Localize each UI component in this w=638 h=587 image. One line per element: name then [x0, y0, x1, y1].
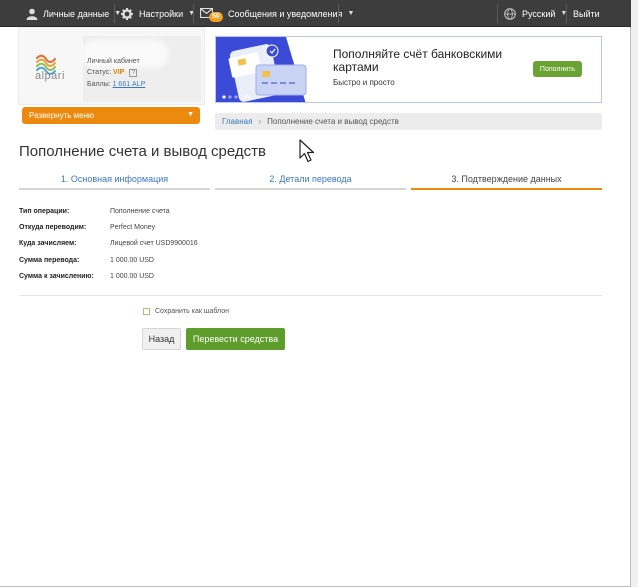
- detail-row: Сумма перевода: 1 000.00 USD: [19, 257, 319, 269]
- mouse-cursor-icon: [299, 139, 315, 163]
- divider: [497, 4, 498, 23]
- step-label: 1. Основная информация: [60, 174, 169, 184]
- detail-value: Пополнение счета: [110, 208, 170, 215]
- detail-row: Тип операции: Пополнение счета: [19, 208, 319, 220]
- divider: [566, 4, 567, 23]
- settings-menu[interactable]: Настройки ▼: [121, 0, 195, 27]
- detail-key: Сумма перевода:: [19, 257, 80, 264]
- step-transfer-details[interactable]: 2. Детали перевода: [215, 174, 406, 190]
- detail-row: Сумма к зачислению: 1 000.00 USD: [19, 273, 319, 285]
- globe-icon: [504, 7, 516, 20]
- user-icon: [26, 8, 38, 20]
- banner-title: Пополняйте счёт банковскими картами: [333, 47, 503, 74]
- points-row: Баллы: 1 661 ALP: [87, 81, 145, 88]
- step-basic-info[interactable]: 1. Основная информация: [19, 174, 210, 190]
- expand-menu-button[interactable]: Развернуть меню ▼: [22, 107, 200, 124]
- step-progress-bar: [19, 188, 210, 190]
- divider: [338, 4, 339, 23]
- points-link[interactable]: 1 661 ALP: [113, 81, 146, 88]
- detail-value: 1 000.00 USD: [110, 257, 154, 264]
- top-up-button[interactable]: Пополнить: [533, 61, 582, 77]
- save-template-checkbox[interactable]: Сохранить как шаблон: [143, 308, 229, 315]
- logout-label: Выйти: [573, 8, 600, 19]
- detail-row: Откуда переводим: Perfect Money: [19, 224, 319, 236]
- messages-menu[interactable]: 50 Сообщения и уведомления ▼: [200, 0, 354, 27]
- checkbox-box[interactable]: [143, 308, 150, 315]
- status-badge: VIP: [113, 69, 125, 76]
- logo-text: alpari: [35, 70, 65, 82]
- step-progress-bar: [215, 188, 406, 190]
- chevron-right-icon: ›: [258, 117, 262, 126]
- divider: [193, 4, 194, 23]
- personal-data-menu[interactable]: Личные данные ▼: [26, 0, 121, 27]
- user-card: alpari Личный кабинет Статус: VIP ? Балл…: [18, 27, 205, 105]
- detail-key: Тип операции:: [19, 208, 70, 215]
- points-label: Баллы:: [87, 81, 111, 88]
- language-label: Русский: [522, 8, 556, 19]
- messages-icon-wrap: 50: [200, 0, 223, 27]
- messages-label: Сообщения и уведомления: [228, 8, 343, 19]
- settings-label: Настройки: [139, 8, 184, 19]
- save-template-label: Сохранить как шаблон: [155, 308, 229, 315]
- banner-illustration: [216, 37, 334, 102]
- chevron-down-icon: ▼: [187, 111, 194, 118]
- step-progress-bar: [411, 188, 602, 190]
- detail-key: Откуда переводим:: [19, 224, 87, 231]
- back-button[interactable]: Назад: [142, 328, 181, 350]
- cabinet-label: Личный кабинет: [87, 58, 140, 65]
- logout-link[interactable]: Выйти: [573, 0, 600, 27]
- transfer-funds-button[interactable]: Перевести средства: [186, 328, 285, 350]
- notification-count-badge: 50: [209, 12, 223, 22]
- breadcrumb-home-link[interactable]: Главная: [222, 117, 252, 126]
- step-label: 2. Детали перевода: [269, 174, 352, 184]
- step-confirmation: 3. Подтверждение данных: [411, 174, 602, 190]
- promo-banner[interactable]: Пополняйте счёт банковскими картами Быст…: [215, 36, 602, 103]
- detail-row: Куда зачисляем: Лицевой счет USD9900016: [19, 240, 319, 252]
- expand-menu-label: Развернуть меню: [29, 111, 94, 120]
- chevron-down-icon: ▼: [188, 10, 196, 17]
- scrollbar[interactable]: [631, 0, 638, 587]
- personal-data-label: Личные данные: [43, 8, 110, 19]
- breadcrumb-current: Пополнение счета и вывод средств: [267, 117, 399, 126]
- section-divider: [19, 295, 602, 296]
- help-icon[interactable]: ?: [129, 69, 138, 77]
- detail-value: 1 000.00 USD: [110, 273, 154, 280]
- status-row: Статус: VIP ?: [87, 69, 138, 77]
- gear-icon: [121, 7, 133, 20]
- detail-key: Куда зачисляем:: [19, 240, 77, 247]
- chevron-down-icon: ▼: [347, 10, 355, 17]
- status-label: Статус:: [87, 69, 112, 76]
- page-title: Пополнение счета и вывод средств: [19, 143, 266, 160]
- language-menu[interactable]: Русский ▼: [504, 0, 567, 27]
- divider: [114, 4, 115, 23]
- detail-key: Сумма к зачислению:: [19, 273, 94, 280]
- detail-value: Лицевой счет USD9900016: [110, 240, 198, 247]
- step-label: 3. Подтверждение данных: [451, 174, 562, 184]
- breadcrumb: Главная › Пополнение счета и вывод средс…: [215, 113, 602, 130]
- bank-card-illustration: [216, 37, 334, 102]
- top-navigation-bar: Личные данные ▼ Настройки ▼ 50 Сообщения…: [0, 0, 631, 27]
- detail-value: Perfect Money: [110, 224, 156, 231]
- banner-subtitle: Быстро и просто: [333, 78, 395, 87]
